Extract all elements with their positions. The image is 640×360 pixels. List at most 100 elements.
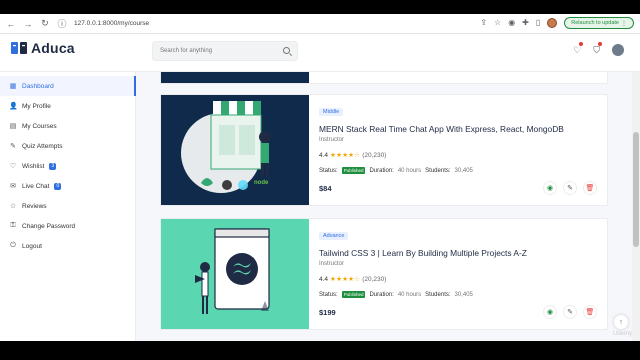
app-header: Aduca Search for anything ♡ ⛉ <box>0 34 640 72</box>
user-avatar[interactable] <box>612 44 624 56</box>
sidebar-item-reviews[interactable]: ☆ Reviews <box>0 196 136 216</box>
sidebar: ▦ Dashboard 👤 My Profile ▤ My Courses ✎ … <box>0 72 136 341</box>
course-meta: Status: Published Duration: 40 hours Stu… <box>319 291 597 298</box>
sidebar-item-label: Change Password <box>22 222 76 230</box>
star-rating-icon: ★★★★☆ <box>330 276 361 283</box>
scroll-to-top-button[interactable]: ↑ <box>614 315 628 329</box>
course-thumbnail[interactable]: node <box>161 95 309 205</box>
wishlist-heart-icon[interactable]: ♡ <box>573 42 584 56</box>
info-icon[interactable]: ⓘ <box>56 18 68 30</box>
reload-icon[interactable]: ↻ <box>39 18 51 30</box>
back-icon[interactable]: ← <box>5 18 17 30</box>
sidebar-item-my-profile[interactable]: 👤 My Profile <box>0 96 136 116</box>
sidebar-item-my-courses[interactable]: ▤ My Courses <box>0 116 136 136</box>
view-eye-icon[interactable]: ◉ <box>543 305 557 319</box>
edit-icon[interactable]: ✎ <box>563 181 577 195</box>
header-actions: ♡ ⛉ <box>573 42 624 56</box>
book-icon: ▤ <box>9 123 17 130</box>
duration-value: 40 hours <box>397 167 422 174</box>
sidebar-item-live-chat[interactable]: ✉ Live Chat 0 <box>0 176 136 196</box>
tailwind-illustration <box>195 228 270 314</box>
address-bar[interactable]: 127.0.0.1:8000/my/course <box>74 20 149 27</box>
sidebar-item-logout[interactable]: ⏻ Logout <box>0 236 136 256</box>
extensions-icon[interactable]: ✚ <box>522 17 529 29</box>
search-icon[interactable] <box>283 47 290 54</box>
bookmark-star-icon[interactable]: ☆ <box>494 17 501 29</box>
view-eye-icon[interactable]: ◉ <box>543 181 557 195</box>
search-input[interactable]: Search for anything <box>152 41 298 61</box>
course-actions: ◉ ✎ 🗑 <box>543 305 597 319</box>
rating-count: (20,230) <box>362 275 387 283</box>
course-thumbnail[interactable] <box>161 219 309 329</box>
sidebar-panel-icon[interactable]: ▯ <box>536 17 540 29</box>
status-label: Status: <box>319 167 338 174</box>
course-thumbnail[interactable] <box>161 72 309 83</box>
logo-icon <box>11 42 27 54</box>
students-value: 30,405 <box>454 291 473 298</box>
user-icon: 👤 <box>9 103 18 110</box>
sidebar-item-label: Live Chat <box>22 182 50 190</box>
notification-dot <box>598 42 602 46</box>
browser-profile-avatar[interactable] <box>547 18 558 28</box>
sidebar-item-wishlist[interactable]: ♡ Wishlist 3 <box>0 156 136 176</box>
chat-icon: ✉ <box>10 183 16 190</box>
status-label: Status: <box>319 291 338 298</box>
sidebar-item-quiz-attempts[interactable]: ✎ Quiz Attempts <box>0 136 136 156</box>
more-vert-icon: ⋮ <box>621 20 627 27</box>
pencil-icon: ✎ <box>10 143 16 150</box>
rating-count: (20,230) <box>362 151 387 159</box>
sidebar-item-change-password[interactable]: ⚿ Change Password <box>0 216 136 236</box>
cart-icon[interactable]: ⛉ <box>593 42 602 56</box>
live-chat-badge: 0 <box>54 182 62 190</box>
notification-dot <box>579 42 584 46</box>
course-role: Instructor <box>319 137 345 143</box>
mern-illustration <box>181 101 271 193</box>
edit-icon[interactable]: ✎ <box>563 305 577 319</box>
dashboard-icon: ▦ <box>9 83 17 90</box>
delete-trash-icon[interactable]: 🗑 <box>583 305 597 319</box>
sidebar-item-label: Wishlist <box>22 162 45 170</box>
course-info: Advance Tailwind CSS 3 | Learn By Buildi… <box>319 219 597 317</box>
course-list: node Middle MERN Stack Real Time Chat Ap… <box>136 72 632 341</box>
page-scrollbar[interactable] <box>632 72 640 341</box>
logo[interactable]: Aduca <box>10 40 75 56</box>
power-icon: ⏻ <box>10 242 16 249</box>
logo-text: Aduca <box>31 40 75 56</box>
course-rating: 4.4 ★★★★☆ (20,230) <box>319 275 597 284</box>
level-badge: Advance <box>319 232 349 240</box>
forward-icon[interactable]: → <box>22 18 34 30</box>
watermark: Udemy <box>612 331 632 337</box>
course-role: Instructor <box>319 261 345 267</box>
star-rating-icon: ★★★★☆ <box>330 152 361 159</box>
wishlist-badge: 3 <box>49 162 57 170</box>
heart-icon: ♡ <box>9 163 17 170</box>
camera-icon[interactable]: ◉ <box>508 17 515 29</box>
sidebar-item-label: My Courses <box>22 122 57 130</box>
relaunch-button[interactable]: Relaunch to update ⋮ <box>564 17 634 29</box>
search-placeholder: Search for anything <box>160 48 213 54</box>
sidebar-item-label: Quiz Attempts <box>22 142 63 150</box>
sidebar-item-label: My Profile <box>22 102 51 110</box>
node-logo-text: node <box>254 180 269 186</box>
course-title[interactable]: MERN Stack Real Time Chat App With Expre… <box>319 124 597 134</box>
status-badge: Published <box>341 291 366 298</box>
share-icon[interactable]: ⇪ <box>480 17 487 29</box>
delete-trash-icon[interactable]: 🗑 <box>583 181 597 195</box>
sidebar-item-label: Reviews <box>22 202 47 210</box>
browser-toolbar: ← → ↻ ⓘ 127.0.0.1:8000/my/course ⇪ ☆ ◉ ✚… <box>0 14 640 34</box>
sidebar-item-dashboard[interactable]: ▦ Dashboard <box>0 76 136 96</box>
status-badge: Published <box>341 167 366 174</box>
browser-actions: ⇪ ☆ ◉ ✚ ▯ Relaunch to update ⋮ <box>480 17 634 29</box>
screen: ← → ↻ ⓘ 127.0.0.1:8000/my/course ⇪ ☆ ◉ ✚… <box>0 0 640 360</box>
course-actions: ◉ ✎ 🗑 <box>543 181 597 195</box>
arrow-up-icon: ↑ <box>619 318 623 326</box>
students-value: 30,405 <box>454 167 473 174</box>
course-title[interactable]: Tailwind CSS 3 | Learn By Building Multi… <box>319 248 597 258</box>
scrollbar-thumb[interactable] <box>633 132 639 247</box>
rating-value: 4.4 <box>319 275 329 283</box>
lock-icon: ⚿ <box>10 222 16 229</box>
course-card <box>160 72 608 84</box>
course-card: Advance Tailwind CSS 3 | Learn By Buildi… <box>160 218 608 330</box>
duration-value: 40 hours <box>397 291 422 298</box>
course-card: node Middle MERN Stack Real Time Chat Ap… <box>160 94 608 206</box>
